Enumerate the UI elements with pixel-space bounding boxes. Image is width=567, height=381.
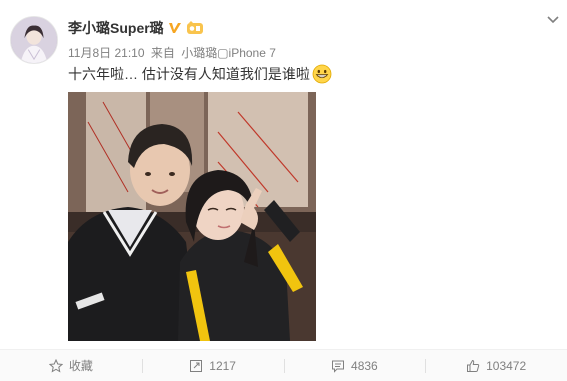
star-icon: [48, 358, 63, 373]
favorite-button[interactable]: 收藏: [0, 350, 142, 381]
author-row: 李小璐Super璐: [68, 18, 204, 38]
post-source[interactable]: 小璐璐▢iPhone 7: [181, 46, 276, 60]
chevron-down-icon[interactable]: [545, 12, 561, 28]
like-count: 103472: [486, 358, 527, 373]
verified-v-icon[interactable]: [168, 21, 182, 35]
action-bar: 收藏 1217 4836 103472: [0, 349, 567, 381]
repost-count: 1217: [209, 358, 236, 373]
post-meta: 11月8日 21:10 来自 小璐璐▢iPhone 7: [68, 44, 279, 61]
member-level-icon[interactable]: [186, 21, 204, 35]
repost-icon: [190, 359, 203, 372]
username-link[interactable]: 李小璐Super璐: [68, 18, 164, 38]
post-photo[interactable]: [68, 92, 316, 341]
thumbs-up-icon: [467, 359, 480, 372]
grinning-emoji-icon: [312, 64, 332, 84]
comment-count: 4836: [351, 358, 378, 373]
weibo-post-card: 李小璐Super璐 11月8日 21:10 来自 小璐璐▢iPhone 7 十六…: [0, 0, 567, 381]
post-timestamp[interactable]: 11月8日 21:10: [68, 46, 145, 60]
comment-button[interactable]: 4836: [283, 350, 426, 381]
repost-button[interactable]: 1217: [141, 350, 284, 381]
avatar[interactable]: [10, 16, 58, 64]
post-body: 十六年啦… 估计没有人知道我们是谁啦: [68, 66, 310, 82]
source-prefix: 来自: [150, 46, 175, 60]
favorite-label: 收藏: [68, 359, 93, 373]
comment-icon: [332, 360, 345, 373]
post-text: 十六年啦… 估计没有人知道我们是谁啦: [68, 64, 332, 84]
like-button[interactable]: 103472: [425, 350, 567, 381]
